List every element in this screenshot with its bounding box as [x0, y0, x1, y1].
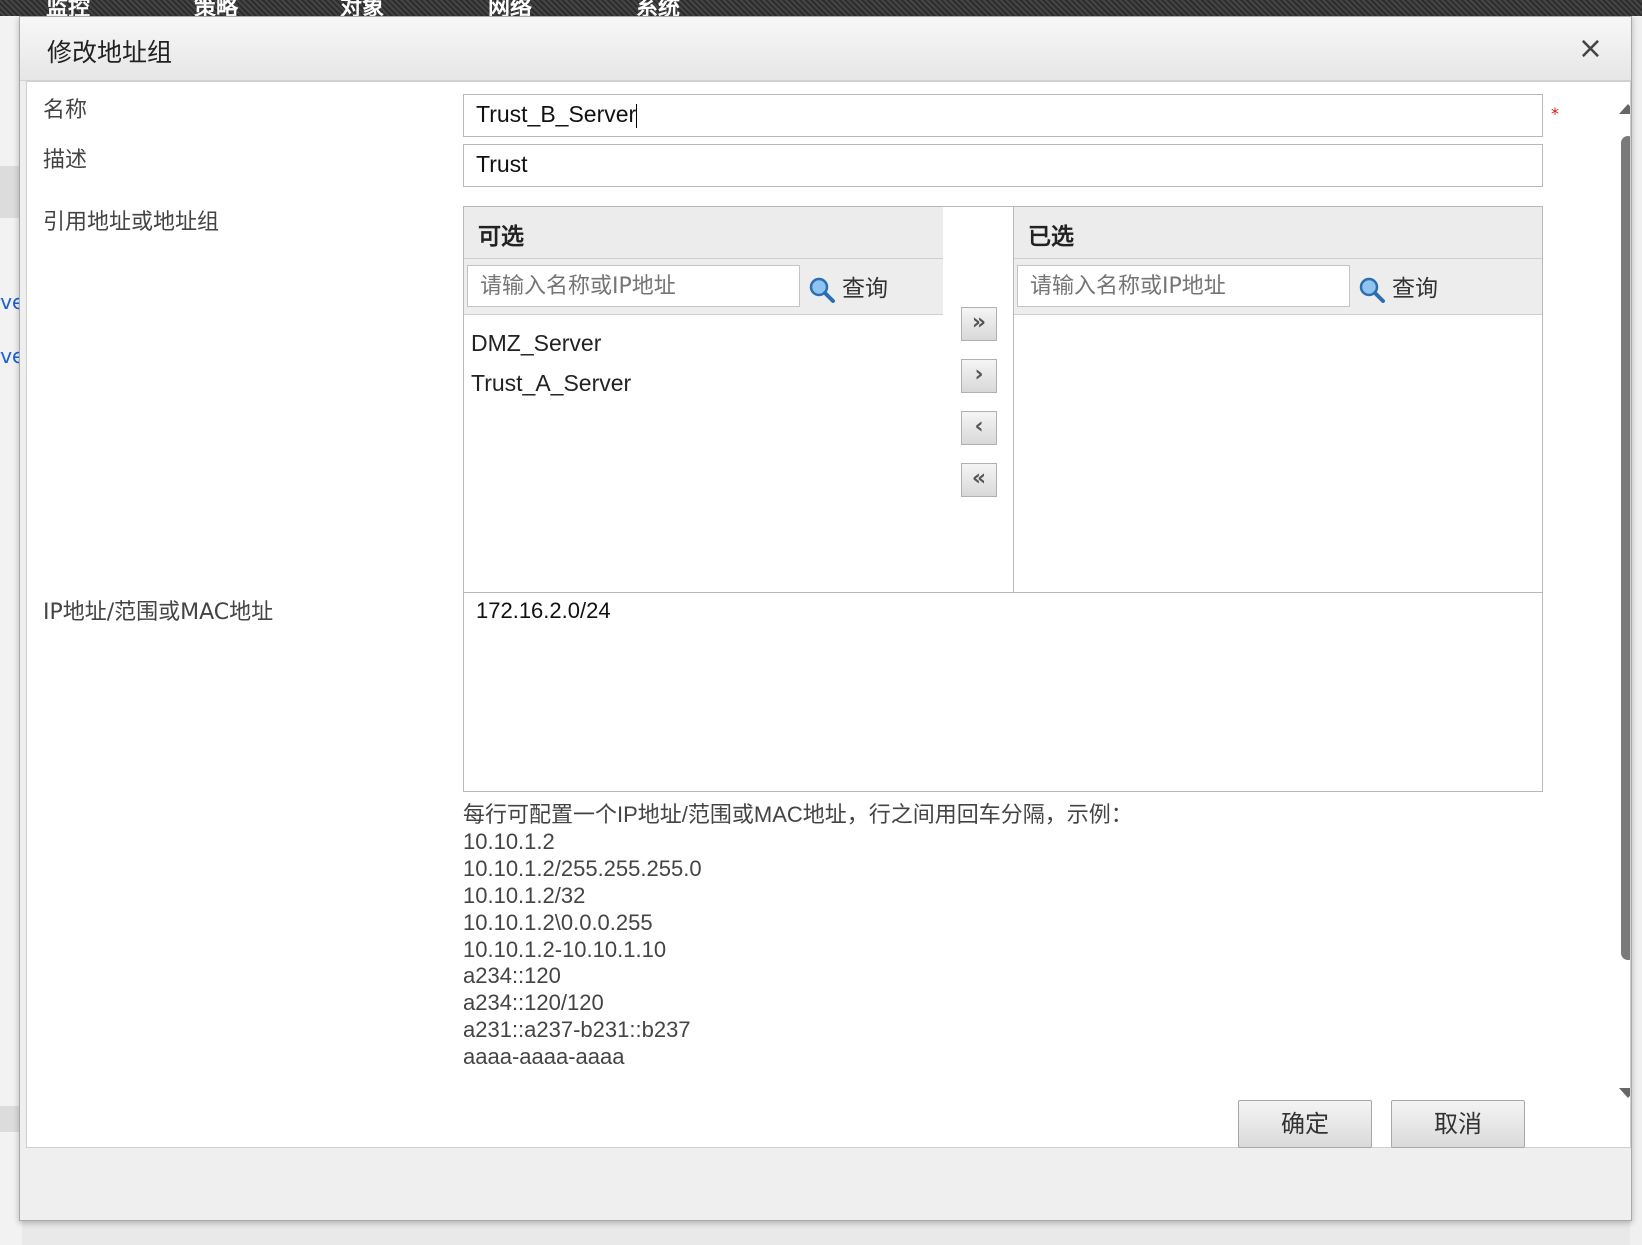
reference-label: 引用地址或地址组 [43, 210, 220, 235]
hint-example: 10.10.1.2\0.0.0.255 [463, 909, 653, 935]
available-search-label: 查询 [842, 276, 888, 302]
hint-example: a234::120/120 [463, 990, 604, 1016]
remove-button[interactable]: ‹ [961, 411, 997, 445]
selected-search-label: 查询 [1392, 276, 1438, 302]
top-nav-bar: 监控 策略 对象 网络 系统 [0, 0, 1642, 21]
description-input[interactable]: Trust [463, 144, 1543, 187]
available-search-input[interactable] [467, 265, 800, 307]
hint-example: 10.10.1.2-10.10.1.10 [463, 936, 667, 962]
ok-button[interactable]: 确定 [1238, 1100, 1372, 1148]
cancel-button[interactable]: 取消 [1391, 1100, 1525, 1148]
list-item[interactable]: Trust_A_Server [470, 363, 960, 403]
selected-panel-title: 已选 [1014, 207, 1542, 259]
selected-panel: 已选 查询 [1013, 206, 1543, 600]
selected-list [1014, 315, 1542, 331]
ip-label: IP地址/范围或MAC地址 [43, 600, 274, 625]
search-icon [809, 277, 835, 303]
hint-intro: 每行可配置一个IP地址/范围或MAC地址，行之间用回车分隔，示例： [463, 802, 1133, 827]
description-label: 描述 [43, 148, 88, 173]
add-all-button[interactable]: » [961, 307, 997, 341]
hint-example: 10.10.1.2/255.255.255.0 [463, 855, 702, 881]
selected-search-bar: 查询 [1014, 259, 1542, 315]
dialog-body: 名称 Trust_B_Server * 描述 Trust 引用地址或地址组 可选… [26, 81, 1631, 1148]
selected-search-button[interactable]: 查询 [1358, 269, 1438, 304]
available-search-bar: 查询 [464, 259, 966, 315]
ip-textarea[interactable]: 172.16.2.0/24 [463, 592, 1543, 792]
dialog-title: 修改地址组 [47, 38, 173, 67]
vertical-scrollbar[interactable] [1617, 104, 1630, 1104]
available-list: DMZ_Server Trust_A_Server [464, 315, 966, 411]
hint-example: a231::a237-b231::b237 [463, 1017, 691, 1043]
list-item[interactable]: DMZ_Server [470, 323, 960, 363]
required-mark: * [1551, 104, 1559, 123]
available-panel: 可选 查询 DMZ_Server Trust_A_Server [463, 206, 967, 600]
hint-example: 10.10.1.2/32 [463, 882, 586, 908]
available-search-button[interactable]: 查询 [808, 269, 888, 304]
ip-format-hint: 每行可配置一个IP地址/范围或MAC地址，行之间用回车分隔，示例： 10.10.… [463, 802, 1133, 1071]
hint-example: aaaa-aaaa-aaaa [463, 1044, 625, 1070]
scroll-up-icon[interactable] [1619, 104, 1630, 114]
name-input[interactable]: Trust_B_Server [463, 94, 1543, 137]
scroll-down-icon[interactable] [1619, 1088, 1630, 1098]
remove-all-button[interactable]: « [961, 463, 997, 497]
name-label: 名称 [43, 98, 88, 123]
edit-address-group-dialog: 修改地址组 × 名称 Trust_B_Server * 描述 Trust 引用地… [19, 16, 1632, 1221]
hint-example: 10.10.1.2 [463, 828, 555, 854]
available-panel-title: 可选 [464, 207, 966, 259]
hint-example: a234::120 [463, 963, 561, 989]
add-button[interactable]: › [961, 359, 997, 393]
close-icon[interactable]: × [1578, 31, 1603, 66]
selected-search-input[interactable] [1017, 265, 1350, 307]
scrollbar-thumb[interactable] [1621, 136, 1630, 960]
dialog-header: 修改地址组 × [20, 17, 1631, 81]
name-input-value: Trust_B_Server [476, 101, 637, 127]
search-icon [1359, 277, 1385, 303]
move-buttons-column: » › ‹ « [943, 206, 1015, 600]
